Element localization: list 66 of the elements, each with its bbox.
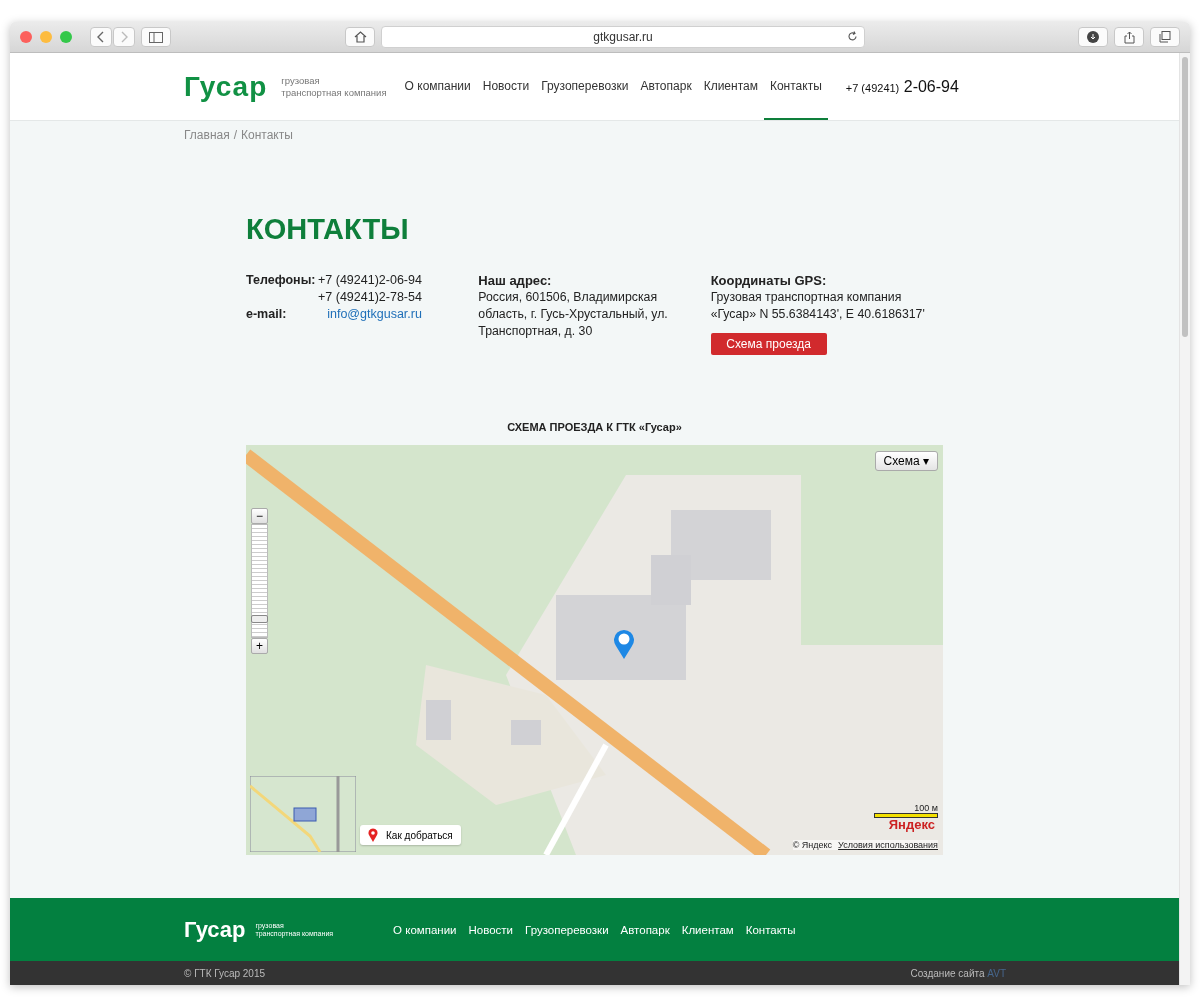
zoom-out-button[interactable]: − [251,508,268,524]
page-title: КОНТАКТЫ [246,213,410,246]
address-bar[interactable]: gtkgusar.ru [381,26,865,48]
map-type-dropdown[interactable]: Схема ▾ [874,451,938,471]
gps-text: Грузовая транспортная компания «Гусар» N 55.6384143', E 40.6186317' [710,289,926,323]
zoom-icon[interactable] [60,31,72,43]
route-button[interactable]: Как добраться [360,825,461,845]
footer-nav-link[interactable]: Грузоперевозки [525,923,609,936]
credit-text: Создание сайта [910,967,985,979]
share-icon [1123,30,1135,44]
zoom-in-button[interactable]: + [251,638,268,654]
email-link[interactable]: info@gtkgusar.ru [318,306,422,323]
share-button[interactable] [1114,27,1144,47]
nav-link[interactable]: Автопарк [634,53,698,120]
close-icon[interactable] [20,31,32,43]
footer-nav-link[interactable]: Клиентам [681,923,734,936]
footer-nav-link[interactable]: О компании [393,923,457,936]
scrollbar-thumb[interactable] [1182,57,1188,337]
url-text: gtkgusar.ru [593,30,653,44]
phone-number: +7 (49241)2-06-94 [318,272,422,289]
home-button[interactable] [345,27,375,47]
email-label: e-mail: [246,306,288,323]
home-icon [353,31,367,43]
forward-icon [120,31,128,43]
nav-link[interactable]: Грузоперевозки [535,53,635,120]
map-brand-label: Яндекс [888,817,935,832]
header-phone: +7 (49241) 2-06-94 [845,77,959,96]
breadcrumb-link[interactable]: Контакты [241,128,293,142]
sidebar-button[interactable] [141,27,171,47]
back-button[interactable] [90,27,112,47]
map-pin-icon [612,628,636,660]
breadcrumb-separator: / [233,128,238,142]
footer-nav-link[interactable]: Контакты [745,923,796,936]
download-icon [1087,31,1099,43]
back-icon [97,31,105,43]
sidebar-icon [149,31,163,43]
address-heading: Наш адрес: [478,272,552,289]
map-scale-bar [874,813,938,818]
footer-logo[interactable]: Гусар [184,916,246,943]
scrollbar[interactable] [1179,53,1190,985]
download-button[interactable] [1078,27,1108,47]
terms-link[interactable]: Условия использования [838,840,938,850]
reload-icon[interactable] [847,31,858,42]
map-title: СХЕМА ПРОЕЗДА К ГТК «Гусар» [506,421,683,435]
tabs-icon [1159,31,1171,43]
zoom-slider-thumb[interactable] [251,615,268,624]
map-copyright: © Яндекс [792,840,833,850]
tabs-button[interactable] [1150,27,1180,47]
nav-link[interactable]: О компании [398,53,477,120]
copyright-text: © ГТК Гусар 2015 [184,967,266,979]
phone-number: +7 (49241)2-78-54 [318,289,422,306]
gps-heading: Координаты GPS: [710,272,827,289]
zoom-slider[interactable] [251,524,268,638]
address-text: Россия, 601506, Владимирская область, г. Гусь-Хрустальный, ул. Транспортная, д. 30 [478,289,669,340]
nav-link[interactable]: Клиентам [697,53,764,120]
breadcrumb-link[interactable]: Главная [184,128,230,142]
location-pin-icon [368,828,378,842]
logo-tagline: грузовая транспортная компания [281,74,387,99]
nav-link[interactable]: Новости [476,53,536,120]
map-scale-label: 100 м [914,803,938,813]
phones-label: Телефоны: [246,272,316,289]
nav-link[interactable]: Контакты [763,53,828,120]
route-map-button[interactable]: Схема проезда [710,333,827,355]
footer-nav-link[interactable]: Новости [468,923,514,936]
logo[interactable]: Гусар [184,70,268,103]
footer-nav-link[interactable]: Автопарк [620,923,670,936]
